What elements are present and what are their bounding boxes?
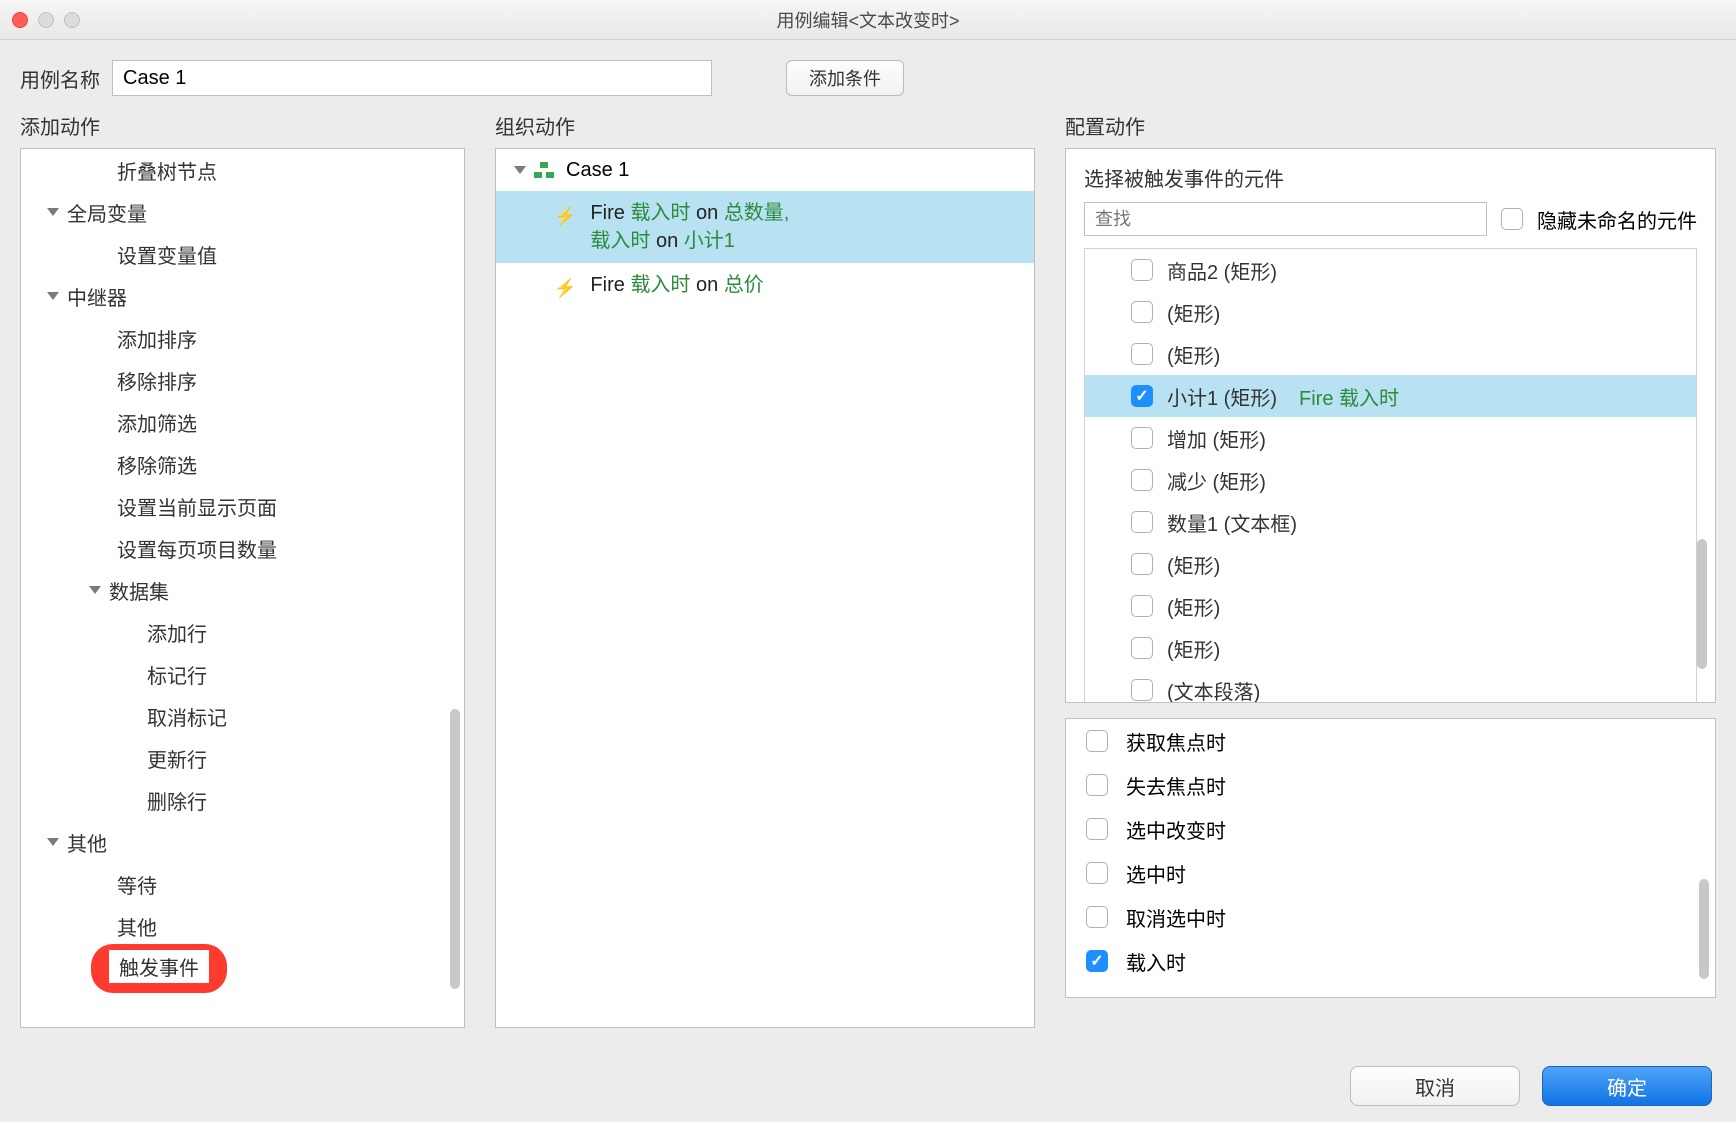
checkbox[interactable] <box>1131 553 1153 575</box>
hide-unnamed-checkbox[interactable] <box>1501 208 1523 230</box>
window-title: 用例编辑<文本改变时> <box>0 7 1736 33</box>
search-row: 隐藏未命名的元件 <box>1066 202 1715 248</box>
scrollbar[interactable] <box>450 709 460 989</box>
list-item[interactable]: (矩形) <box>1085 585 1696 627</box>
checkbox[interactable] <box>1131 637 1153 659</box>
list-item[interactable]: 减少 (矩形) <box>1085 459 1696 501</box>
tree-group-repeater[interactable]: 中继器 <box>21 275 464 317</box>
checkbox[interactable] <box>1086 906 1108 928</box>
checkbox[interactable] <box>1086 730 1108 752</box>
tree-group-dataset[interactable]: 数据集 <box>21 569 464 611</box>
checkbox[interactable] <box>1086 818 1108 840</box>
checkbox-checked[interactable] <box>1086 950 1108 972</box>
flow-icon <box>534 162 554 178</box>
list-item[interactable]: 增加 (矩形) <box>1085 417 1696 459</box>
chevron-down-icon <box>514 166 526 174</box>
element-list: 商品2 (矩形) (矩形) (矩形) 小计1 (矩形)Fire 载入时 增加 (… <box>1084 248 1697 703</box>
tree-item[interactable]: 等待 <box>21 863 464 905</box>
case-row: 用例名称 添加条件 <box>0 40 1736 106</box>
checkbox[interactable] <box>1131 301 1153 323</box>
action-tree-panel: 折叠树节点 全局变量 设置变量值 中继器 添加排序 移除排序 添加筛选 移除筛选… <box>20 148 465 1028</box>
chevron-down-icon <box>89 586 101 594</box>
list-item-selected[interactable]: 小计1 (矩形)Fire 载入时 <box>1085 375 1696 417</box>
event-row-checked[interactable]: 载入时 <box>1066 939 1715 983</box>
event-row[interactable]: 失去焦点时 <box>1066 763 1715 807</box>
checkbox[interactable] <box>1086 862 1108 884</box>
action-text: Fire 载入时 on 总价 <box>590 271 763 299</box>
tree-item[interactable]: 添加行 <box>21 611 464 653</box>
tree-item[interactable]: 标记行 <box>21 653 464 695</box>
footer: 取消 确定 <box>1350 1066 1712 1106</box>
tree-group-global[interactable]: 全局变量 <box>21 191 464 233</box>
tree-group-other[interactable]: 其他 <box>21 821 464 863</box>
event-row[interactable]: 选中时 <box>1066 851 1715 895</box>
event-row[interactable]: 获取焦点时 <box>1066 719 1715 763</box>
list-item[interactable]: (文本段落) <box>1085 669 1696 703</box>
list-item[interactable]: (矩形) <box>1085 543 1696 585</box>
checkbox[interactable] <box>1086 774 1108 796</box>
add-condition-button[interactable]: 添加条件 <box>786 60 904 96</box>
case-name-label: 用例名称 <box>20 64 100 93</box>
checkbox[interactable] <box>1131 259 1153 281</box>
checkbox[interactable] <box>1131 427 1153 449</box>
hide-unnamed-label: 隐藏未命名的元件 <box>1537 205 1697 234</box>
checkbox[interactable] <box>1131 679 1153 701</box>
tree-item[interactable]: 添加排序 <box>21 317 464 359</box>
bolt-icon: ⚡ <box>554 274 576 302</box>
tree-item[interactable]: 添加筛选 <box>21 401 464 443</box>
scrollbar[interactable] <box>1697 539 1707 669</box>
add-action-header: 添加动作 <box>20 111 465 140</box>
element-panel: 选择被触发事件的元件 隐藏未命名的元件 商品2 (矩形) (矩形) (矩形) 小… <box>1065 148 1716 703</box>
case-row[interactable]: Case 1 <box>496 149 1034 191</box>
cfg-action-header: 配置动作 <box>1065 111 1716 140</box>
tree-item[interactable]: 折叠树节点 <box>21 149 464 191</box>
checkbox[interactable] <box>1131 469 1153 491</box>
case-name-input[interactable] <box>112 60 712 96</box>
highlight-badge: 触发事件 <box>91 944 227 993</box>
titlebar: 用例编辑<文本改变时> <box>0 0 1736 40</box>
checkbox[interactable] <box>1131 595 1153 617</box>
tree-item[interactable]: 移除排序 <box>21 359 464 401</box>
tree-item[interactable]: 设置变量值 <box>21 233 464 275</box>
list-item[interactable]: (矩形) <box>1085 333 1696 375</box>
action-text: Fire 载入时 on 总数量, 载入时 on 小计1 <box>590 199 789 255</box>
checkbox[interactable] <box>1131 511 1153 533</box>
scrollbar[interactable] <box>1699 879 1709 979</box>
cancel-button[interactable]: 取消 <box>1350 1066 1520 1106</box>
ok-button[interactable]: 确定 <box>1542 1066 1712 1106</box>
chevron-down-icon <box>47 208 59 216</box>
cfg-subheader: 选择被触发事件的元件 <box>1066 149 1715 202</box>
list-item[interactable]: 商品2 (矩形) <box>1085 249 1696 291</box>
org-panel: Case 1 ⚡ Fire 载入时 on 总数量, 载入时 on 小计1 ⚡ F… <box>495 148 1035 1028</box>
bolt-icon: ⚡ <box>554 202 576 230</box>
checkbox[interactable] <box>1131 343 1153 365</box>
event-row[interactable]: 选中改变时 <box>1066 807 1715 851</box>
tree-item-trigger-event[interactable]: 触发事件 <box>21 947 464 989</box>
chevron-down-icon <box>47 838 59 846</box>
tree-item[interactable]: 更新行 <box>21 737 464 779</box>
tree-item[interactable]: 设置当前显示页面 <box>21 485 464 527</box>
event-row[interactable]: 取消选中时 <box>1066 895 1715 939</box>
list-item[interactable]: 数量1 (文本框) <box>1085 501 1696 543</box>
tree-item[interactable]: 删除行 <box>21 779 464 821</box>
tree-item[interactable]: 设置每页项目数量 <box>21 527 464 569</box>
chevron-down-icon <box>47 292 59 300</box>
event-panel: 获取焦点时 失去焦点时 选中改变时 选中时 取消选中时 载入时 <box>1065 718 1716 998</box>
search-input[interactable] <box>1084 202 1487 236</box>
checkbox-checked[interactable] <box>1131 385 1153 407</box>
list-item[interactable]: (矩形) <box>1085 627 1696 669</box>
action-row-selected[interactable]: ⚡ Fire 载入时 on 总数量, 载入时 on 小计1 <box>496 191 1034 263</box>
list-item[interactable]: (矩形) <box>1085 291 1696 333</box>
action-row[interactable]: ⚡ Fire 载入时 on 总价 <box>496 263 1034 310</box>
org-action-header: 组织动作 <box>495 111 1035 140</box>
tree-item[interactable]: 取消标记 <box>21 695 464 737</box>
tree-item[interactable]: 移除筛选 <box>21 443 464 485</box>
tree-item[interactable]: 其他 <box>21 905 464 947</box>
